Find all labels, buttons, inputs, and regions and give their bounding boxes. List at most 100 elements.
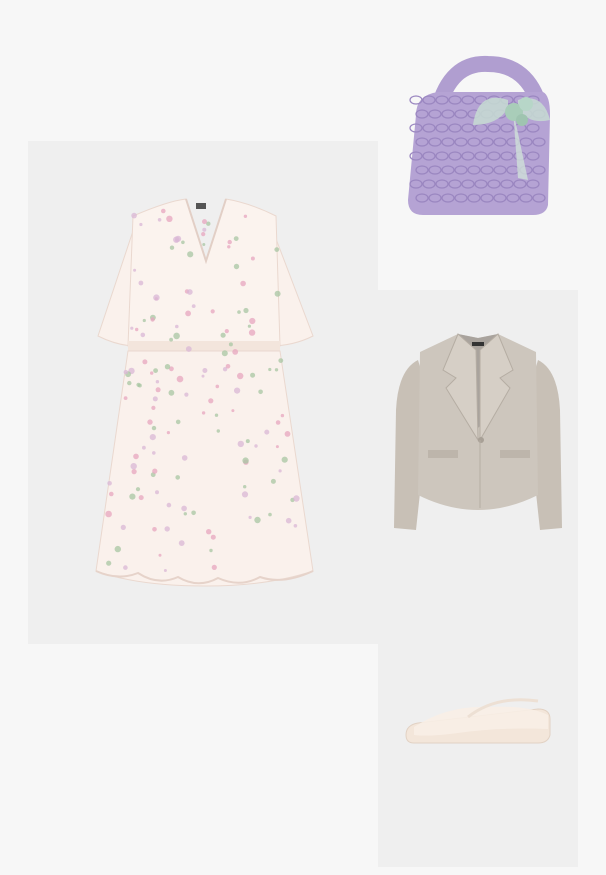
print-dot (274, 290, 281, 297)
print-dot (278, 358, 284, 363)
print-dot (285, 517, 292, 524)
print-dot (270, 478, 276, 484)
print-dot (241, 491, 249, 498)
print-dot (225, 364, 231, 369)
bag-tile[interactable] (378, 0, 606, 290)
print-dot (123, 369, 128, 375)
print-dot (202, 219, 207, 225)
print-dot (161, 208, 166, 214)
print-dot (164, 526, 170, 532)
print-dot (284, 431, 291, 437)
print-dot (248, 515, 252, 519)
print-dot (185, 310, 192, 317)
print-dot (138, 495, 144, 501)
print-dot (147, 419, 153, 425)
print-dot (106, 560, 112, 566)
print-dot (210, 309, 215, 314)
print-dot (169, 337, 174, 342)
blazer-image[interactable] (378, 290, 578, 577)
print-dot (220, 332, 226, 338)
print-dot (166, 431, 170, 435)
print-dot (240, 280, 246, 287)
print-dot (232, 349, 239, 355)
print-dot (209, 548, 213, 553)
print-dot (216, 429, 220, 433)
print-dot (176, 375, 184, 383)
print-dot (123, 565, 128, 570)
print-dot (129, 493, 136, 500)
print-dot (173, 332, 180, 340)
print-dot (133, 268, 137, 272)
print-dot (155, 380, 160, 384)
print-dot (158, 553, 162, 557)
print-dot (152, 527, 157, 532)
print-dot (206, 529, 212, 535)
print-dot (250, 372, 256, 378)
print-dot (202, 227, 207, 232)
print-dot (243, 214, 248, 218)
print-dot (201, 374, 205, 378)
print-dot (138, 280, 144, 286)
outfit-board: { "outfit": { "items": [ {"id": "dress",… (0, 0, 606, 875)
print-dot (210, 534, 216, 540)
print-dot (293, 495, 300, 502)
print-dot (120, 524, 126, 530)
dress-tile[interactable] (28, 141, 378, 644)
print-dot (201, 232, 206, 237)
print-dot (157, 218, 162, 222)
print-dot (105, 510, 112, 518)
print-dot (234, 387, 241, 394)
print-dot (107, 481, 112, 486)
print-dot (131, 212, 137, 219)
print-dot (175, 238, 179, 243)
print-dot (152, 396, 158, 402)
print-dot (227, 245, 231, 249)
print-dot (268, 512, 272, 517)
print-dot (155, 387, 161, 393)
print-dot (169, 245, 175, 250)
print-dot (224, 329, 229, 334)
print-dot (181, 505, 187, 512)
print-dot (149, 434, 156, 441)
print-dot (130, 463, 137, 470)
print-dot (151, 425, 157, 431)
print-dot (166, 215, 173, 222)
print-dot (243, 307, 249, 314)
print-dot (211, 564, 217, 570)
print-dot (227, 239, 232, 245)
flats-image[interactable] (378, 577, 578, 867)
print-dot (142, 359, 148, 365)
flats-tile[interactable] (378, 577, 578, 867)
print-dot (114, 545, 122, 553)
print-dot (184, 392, 189, 397)
print-dot (178, 540, 185, 546)
print-dot (233, 263, 240, 270)
print-dot (152, 451, 156, 455)
print-dot (127, 380, 132, 386)
print-dot (254, 516, 261, 524)
print-dot (109, 491, 114, 497)
print-dot (175, 324, 179, 329)
print-dot (254, 444, 258, 448)
weave-loop (409, 95, 423, 105)
blazer-tile[interactable] (378, 290, 578, 577)
print-dot (247, 324, 251, 328)
print-dot (231, 409, 235, 413)
dress-image[interactable] (28, 141, 378, 644)
print-dot (280, 413, 285, 418)
print-dot (130, 326, 134, 330)
bag-image[interactable] (378, 0, 606, 290)
print-dot (142, 445, 146, 450)
print-dot (237, 372, 244, 380)
print-dot (268, 367, 272, 372)
print-dot (181, 455, 188, 461)
print-dot (274, 247, 280, 252)
print-dot (202, 243, 206, 246)
print-dot (275, 445, 279, 449)
print-dot (237, 440, 244, 448)
print-dot (258, 389, 263, 395)
print-dot (152, 468, 158, 474)
print-dot (131, 469, 137, 475)
print-dot (151, 405, 156, 410)
print-dot (214, 413, 219, 417)
